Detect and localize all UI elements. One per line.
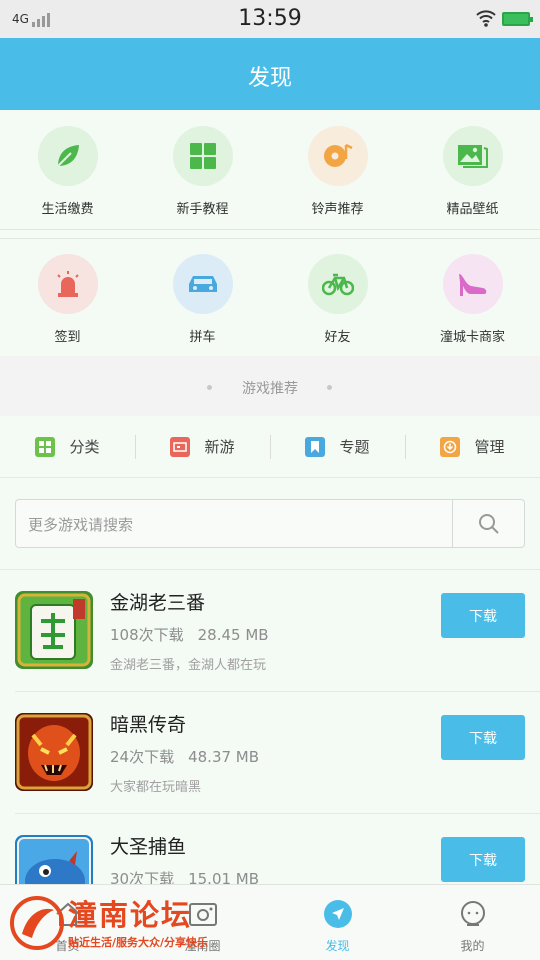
search-input[interactable]: 更多游戏请搜索 — [28, 514, 133, 535]
page-title: 发现 — [247, 66, 292, 91]
download-count: 108次下载 — [110, 626, 184, 644]
grid-item-carpool[interactable]: 拼车 — [135, 254, 270, 345]
leaf-icon — [56, 145, 79, 167]
game-name: 金湖老三番 — [110, 592, 206, 614]
divider — [0, 229, 540, 230]
game-meta: 24次下载 48.37 MB — [110, 746, 259, 767]
download-count: 24次下载 — [110, 748, 175, 766]
profile-icon — [458, 899, 488, 929]
grid-item-friends[interactable]: 好友 — [270, 254, 405, 345]
grid-item-ringtone[interactable]: 铃声推荐 — [270, 126, 405, 217]
category-icon — [35, 436, 56, 457]
grid-label: 拼车 — [189, 330, 216, 345]
grid-item-life-payment[interactable]: 生活缴费 — [0, 126, 135, 217]
wifi-icon — [476, 10, 496, 27]
grid-item-tutorial[interactable]: 新手教程 — [135, 126, 270, 217]
alarm-light-icon — [56, 271, 79, 297]
category-label: 管理 — [474, 438, 505, 456]
grid-label: 新手教程 — [176, 202, 229, 217]
category-label: 专题 — [339, 438, 370, 456]
grid-item-wallpaper[interactable]: 精品壁纸 — [405, 126, 540, 217]
grid-item-checkin[interactable]: 签到 — [0, 254, 135, 345]
download-button[interactable]: 下载 — [441, 593, 525, 638]
grid-label: 铃声推荐 — [311, 202, 364, 217]
game-name: 暗黑传奇 — [110, 714, 187, 736]
watermark-slogan: 贴近生活/服务大众/分享快乐 — [68, 936, 209, 949]
picture-icon — [457, 145, 488, 168]
new-game-icon — [170, 436, 191, 457]
game-description: 大家都在玩暗黑 — [110, 780, 202, 795]
category-bar: 分类 新游 专题 管理 — [0, 416, 540, 478]
search-button[interactable] — [452, 500, 524, 547]
grid-label: 签到 — [54, 330, 81, 345]
feature-grid-row-2: 签到 拼车 好友 潼城卡商家 — [0, 254, 540, 345]
section-title: 游戏推荐 — [242, 381, 298, 397]
apps-grid-icon — [189, 143, 216, 169]
high-heel-icon — [458, 274, 486, 296]
header: 发现 — [0, 38, 540, 110]
download-button[interactable]: 下载 — [441, 715, 525, 760]
grid-label: 潼城卡商家 — [439, 330, 505, 345]
forum-logo-icon — [10, 896, 64, 950]
tab-mine[interactable]: 我的 — [405, 885, 540, 960]
forum-watermark: 潼南论坛 贴近生活/服务大众/分享快乐 — [8, 892, 248, 954]
search-box: 更多游戏请搜索 — [15, 499, 525, 548]
game-meta: 108次下载 28.45 MB — [110, 624, 269, 645]
category-topics[interactable]: 专题 — [270, 416, 405, 477]
download-button[interactable]: 下载 — [441, 837, 525, 882]
game-list-item[interactable]: 金湖老三番 108次下载 28.45 MB 金湖老三番，金湖人都在玩 下载 — [0, 570, 540, 692]
category-manage[interactable]: 管理 — [405, 416, 540, 477]
tab-label: 我的 — [460, 939, 485, 953]
tab-label: 发现 — [325, 939, 350, 953]
divider — [0, 238, 540, 239]
category-classify[interactable]: 分类 — [0, 416, 135, 477]
battery-icon — [502, 12, 533, 26]
grid-label: 好友 — [324, 330, 351, 345]
download-manage-icon — [440, 436, 461, 457]
car-icon — [188, 276, 217, 292]
discover-icon — [323, 899, 353, 929]
tab-discover[interactable]: 发现 — [270, 885, 405, 960]
status-time: 13:59 — [238, 6, 302, 31]
game-description: 金湖老三番，金湖人都在玩 — [110, 658, 267, 673]
grid-item-city-card-merchant[interactable]: 潼城卡商家 — [405, 254, 540, 345]
grid-label: 精品壁纸 — [446, 202, 499, 217]
section-header: 游戏推荐 — [0, 356, 540, 416]
bookmark-icon — [305, 436, 326, 457]
category-label: 分类 — [69, 438, 100, 456]
category-new-games[interactable]: 新游 — [135, 416, 270, 477]
music-disc-icon — [323, 143, 353, 167]
file-size: 48.37 MB — [188, 748, 260, 766]
mahjong-game-icon — [15, 591, 93, 669]
bicycle-icon — [321, 273, 354, 296]
status-bar: 4G 13:59 — [0, 0, 540, 38]
watermark-title: 潼南论坛 — [68, 898, 193, 932]
file-size: 28.45 MB — [197, 626, 269, 644]
category-label: 新游 — [204, 438, 235, 456]
feature-grid-row-1: 生活缴费 新手教程 铃声推荐 精品壁纸 — [0, 126, 540, 217]
decor-dot — [327, 385, 332, 390]
search-icon — [478, 513, 499, 534]
game-name: 大圣捕鱼 — [110, 836, 187, 858]
dark-legend-game-icon — [15, 713, 93, 791]
grid-label: 生活缴费 — [41, 202, 94, 217]
game-list-item[interactable]: 暗黑传奇 24次下载 48.37 MB 大家都在玩暗黑 下载 — [0, 692, 540, 814]
